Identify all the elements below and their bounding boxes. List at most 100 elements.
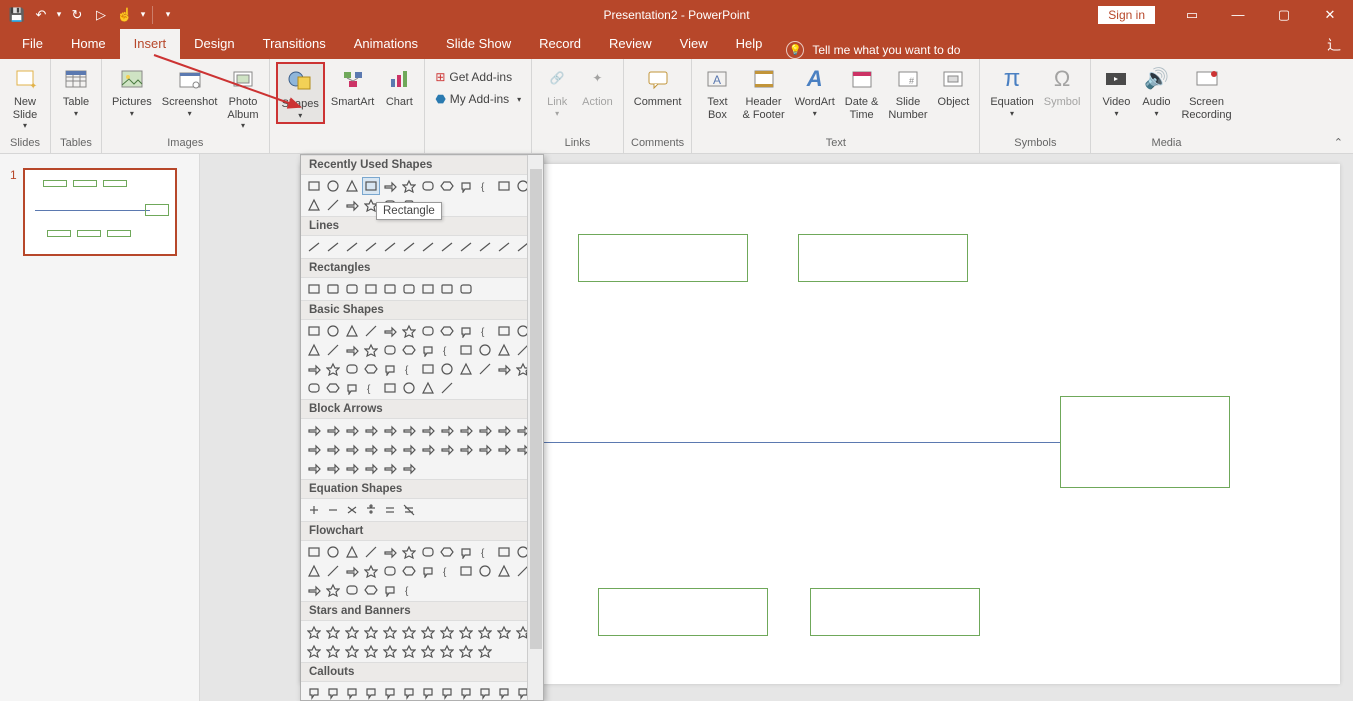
- collapse-ribbon-button[interactable]: ⌃: [1334, 136, 1343, 149]
- shape-option[interactable]: [400, 440, 418, 458]
- shape-option[interactable]: [343, 501, 361, 519]
- shape-option[interactable]: [476, 341, 494, 359]
- shape-option[interactable]: [400, 238, 418, 256]
- shape-option[interactable]: [438, 623, 456, 641]
- shape-option[interactable]: [362, 238, 380, 256]
- shape-option[interactable]: [476, 238, 494, 256]
- shape-option[interactable]: [457, 360, 475, 378]
- shapes-button[interactable]: Shapes ▾: [276, 62, 325, 124]
- shape-option[interactable]: [438, 177, 456, 195]
- comment-button[interactable]: Comment: [630, 62, 686, 111]
- shape-option[interactable]: [324, 440, 342, 458]
- shape-option[interactable]: [457, 642, 475, 660]
- shape-option[interactable]: [343, 196, 361, 214]
- date-time-button[interactable]: Date & Time: [841, 62, 883, 123]
- redo-button[interactable]: ↻: [66, 4, 88, 26]
- shape-option[interactable]: [324, 623, 342, 641]
- maximize-button[interactable]: ▢: [1261, 0, 1307, 29]
- shape-option[interactable]: [305, 543, 323, 561]
- shape-option[interactable]: [400, 543, 418, 561]
- shape-option[interactable]: [324, 543, 342, 561]
- shape-option[interactable]: [381, 322, 399, 340]
- shape-option[interactable]: [457, 684, 475, 701]
- undo-button[interactable]: ↶: [30, 4, 52, 26]
- shape-option[interactable]: [343, 459, 361, 477]
- touch-more-icon[interactable]: ▾: [138, 4, 148, 26]
- shape-option[interactable]: [343, 642, 361, 660]
- touch-mode-button[interactable]: ☝: [114, 4, 136, 26]
- shape-option[interactable]: [400, 421, 418, 439]
- shape-option[interactable]: {: [438, 341, 456, 359]
- shape-option[interactable]: [476, 440, 494, 458]
- shape-option[interactable]: [419, 379, 437, 397]
- shape-option[interactable]: [419, 238, 437, 256]
- shape-option[interactable]: [381, 581, 399, 599]
- shape-option[interactable]: [476, 623, 494, 641]
- shape-option[interactable]: [305, 322, 323, 340]
- shape-option[interactable]: [457, 177, 475, 195]
- shape-option[interactable]: [343, 177, 361, 195]
- shape-option[interactable]: [362, 440, 380, 458]
- shape-option[interactable]: [495, 322, 513, 340]
- shape-option[interactable]: [381, 238, 399, 256]
- shape-option[interactable]: [324, 238, 342, 256]
- qat-customize-icon[interactable]: ▾: [157, 4, 179, 26]
- shape-option[interactable]: [343, 360, 361, 378]
- ribbon-display-options-button[interactable]: ▭: [1169, 0, 1215, 29]
- shape-option[interactable]: [400, 280, 418, 298]
- shape-option[interactable]: [495, 543, 513, 561]
- header-footer-button[interactable]: Header & Footer: [738, 62, 788, 123]
- shape-option[interactable]: [362, 543, 380, 561]
- shape-option[interactable]: [362, 360, 380, 378]
- shape-option[interactable]: [381, 341, 399, 359]
- shape-option[interactable]: [419, 440, 437, 458]
- tab-view[interactable]: View: [666, 29, 722, 59]
- shape-rectangle[interactable]: [810, 588, 980, 636]
- shape-option[interactable]: [457, 440, 475, 458]
- shape-option[interactable]: [438, 360, 456, 378]
- shape-option[interactable]: [400, 177, 418, 195]
- shape-option[interactable]: [419, 280, 437, 298]
- shape-option[interactable]: [438, 440, 456, 458]
- shape-option[interactable]: [457, 562, 475, 580]
- shape-option[interactable]: [305, 238, 323, 256]
- tab-animations[interactable]: Animations: [340, 29, 432, 59]
- shape-option[interactable]: [324, 322, 342, 340]
- shape-option[interactable]: [362, 623, 380, 641]
- shape-option[interactable]: [400, 341, 418, 359]
- shape-option[interactable]: [324, 360, 342, 378]
- shape-option[interactable]: [400, 501, 418, 519]
- shape-option[interactable]: [419, 177, 437, 195]
- shape-option[interactable]: [381, 543, 399, 561]
- shape-option[interactable]: [343, 684, 361, 701]
- shape-option[interactable]: [495, 562, 513, 580]
- shape-option[interactable]: [400, 623, 418, 641]
- shape-option[interactable]: [495, 341, 513, 359]
- shape-option[interactable]: [381, 177, 399, 195]
- shape-option[interactable]: [419, 322, 437, 340]
- shape-option[interactable]: [343, 562, 361, 580]
- shape-option[interactable]: [305, 623, 323, 641]
- shape-option[interactable]: [324, 379, 342, 397]
- shape-option[interactable]: [362, 642, 380, 660]
- shape-option[interactable]: [476, 684, 494, 701]
- shape-option[interactable]: [305, 459, 323, 477]
- shapes-gallery-dropdown[interactable]: Recently Used Shapes { Lines Rectangles …: [300, 154, 544, 701]
- shape-option[interactable]: [419, 421, 437, 439]
- slide-number-button[interactable]: # Slide Number: [884, 62, 931, 123]
- shape-option[interactable]: [362, 322, 380, 340]
- scrollbar-thumb[interactable]: [530, 169, 542, 649]
- shape-option[interactable]: [400, 684, 418, 701]
- shape-option[interactable]: [343, 280, 361, 298]
- shape-option[interactable]: [324, 642, 342, 660]
- photo-album-button[interactable]: Photo Album ▾: [223, 62, 262, 132]
- shape-option[interactable]: [343, 341, 361, 359]
- shape-option[interactable]: [419, 623, 437, 641]
- share-icon[interactable]: ⻌: [1327, 35, 1341, 55]
- chart-button[interactable]: Chart: [380, 62, 418, 111]
- shape-option[interactable]: [362, 581, 380, 599]
- shape-option[interactable]: [305, 440, 323, 458]
- shape-rectangle[interactable]: [798, 234, 968, 282]
- shape-option[interactable]: [381, 421, 399, 439]
- shape-option[interactable]: [324, 581, 342, 599]
